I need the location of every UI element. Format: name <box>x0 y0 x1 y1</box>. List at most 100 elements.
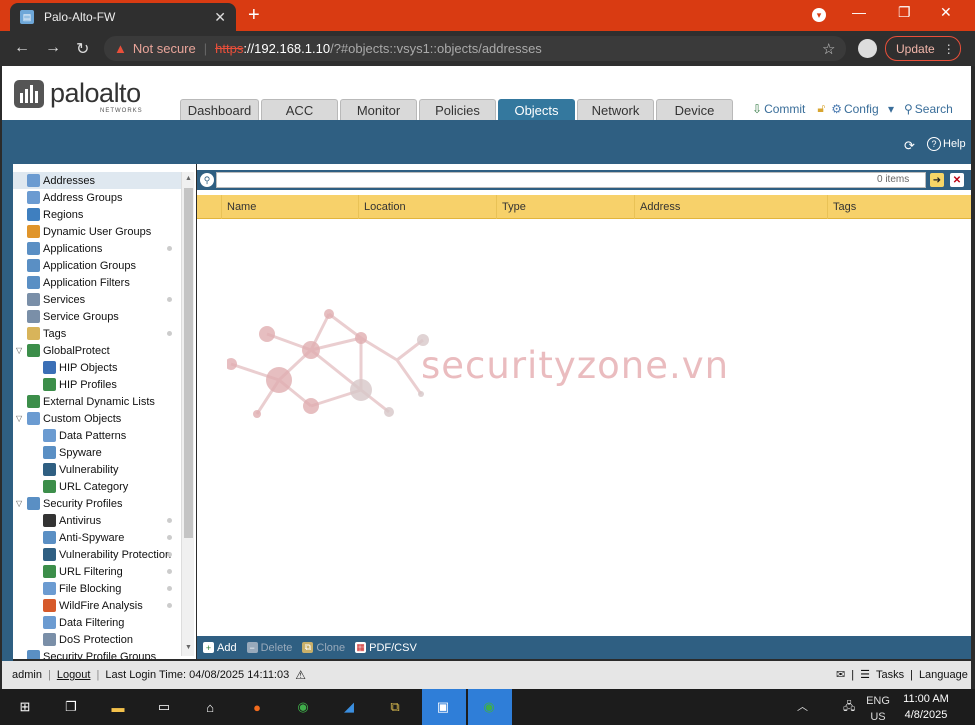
tab-acc[interactable]: ACC <box>261 99 338 120</box>
tab-dashboard[interactable]: Dashboard <box>180 99 259 120</box>
tree-item-regions[interactable]: Regions <box>13 206 181 223</box>
terminal-icon[interactable]: ▭ <box>153 696 175 718</box>
tree-item-services[interactable]: Services <box>13 291 181 308</box>
select-all-column[interactable] <box>197 195 221 219</box>
chrome-active-icon[interactable]: ◉ <box>478 696 500 718</box>
tree-item-data-filtering[interactable]: Data Filtering <box>13 614 181 631</box>
bookmark-star-icon[interactable]: ☆ <box>822 40 835 58</box>
tree-item-dynamic-user-groups[interactable]: Dynamic User Groups <box>13 223 181 240</box>
network-connections-icon[interactable]: ⧉ <box>384 696 406 718</box>
tree-item-application-filters[interactable]: Application Filters <box>13 274 181 291</box>
search-link[interactable]: Search <box>915 102 953 116</box>
tree-item-spyware[interactable]: Spyware <box>13 444 181 461</box>
tree-item-anti-spyware[interactable]: Anti-Spyware <box>13 529 181 546</box>
scroll-thumb[interactable] <box>184 188 193 538</box>
tree-item-address-groups[interactable]: Address Groups <box>13 189 181 206</box>
tree-item-service-groups[interactable]: Service Groups <box>13 308 181 325</box>
config-dropdown[interactable]: Config ▾ <box>844 102 894 116</box>
tree-item-hip-objects[interactable]: HIP Objects <box>13 359 181 376</box>
warning-icon[interactable]: ⚠ <box>295 668 306 682</box>
tab-device[interactable]: Device <box>656 99 733 120</box>
firefox-icon[interactable]: ● <box>246 696 268 718</box>
tree-item-vulnerability[interactable]: Vulnerability <box>13 461 181 478</box>
file-explorer-icon[interactable]: ▬ <box>107 696 129 718</box>
tree-item-vulnerability-protection[interactable]: Vulnerability Protection <box>13 546 181 563</box>
help-button[interactable]: ? Help <box>927 137 966 151</box>
tree-item-custom-objects[interactable]: ▽ Custom Objects <box>13 410 181 427</box>
tab-monitor[interactable]: Monitor <box>340 99 417 120</box>
tree-expander-icon[interactable]: ▽ <box>16 414 26 423</box>
language-link[interactable]: Language <box>919 669 968 681</box>
browser-tab[interactable]: ▤ Palo-Alto-FW ✕ <box>10 3 236 31</box>
delete-button[interactable]: − Delete <box>246 642 292 654</box>
column-header-tags[interactable]: Tags <box>827 195 971 219</box>
forward-icon[interactable]: → <box>45 39 61 57</box>
tree-item-security-profile-groups[interactable]: Security Profile Groups <box>13 648 181 659</box>
back-icon[interactable]: ← <box>14 39 30 57</box>
minimize-icon[interactable]: — <box>852 4 866 20</box>
column-header-location[interactable]: Location <box>358 195 496 219</box>
tab-close-icon[interactable]: ✕ <box>214 9 226 26</box>
tree-item-wildfire-analysis[interactable]: WildFire Analysis <box>13 597 181 614</box>
tree-item-dos-protection[interactable]: DoS Protection <box>13 631 181 648</box>
tree-expander-icon[interactable]: ▽ <box>16 499 26 508</box>
add-button[interactable]: + Add <box>203 642 237 654</box>
tree-item-globalprotect[interactable]: ▽ GlobalProtect <box>13 342 181 359</box>
tree-item-applications[interactable]: Applications <box>13 240 181 257</box>
tree-scrollbar[interactable]: ▲ ▼ <box>181 172 194 656</box>
tree-item-url-category[interactable]: URL Category <box>13 478 181 495</box>
tree-item-application-groups[interactable]: Application Groups <box>13 257 181 274</box>
tree-item-addresses[interactable]: Addresses <box>13 172 181 189</box>
tree-item-url-filtering[interactable]: URL Filtering <box>13 563 181 580</box>
apply-filter-icon[interactable]: ➜ <box>930 173 944 187</box>
reload-icon[interactable]: ↻ <box>76 39 89 59</box>
tree-item-data-patterns[interactable]: Data Patterns <box>13 427 181 444</box>
input-language[interactable]: ENG US <box>866 693 890 725</box>
tab-network[interactable]: Network <box>577 99 654 120</box>
tree-item-hip-profiles[interactable]: HIP Profiles <box>13 376 181 393</box>
tab-policies[interactable]: Policies <box>419 99 496 120</box>
refresh-icon[interactable]: ⟳ <box>904 138 915 154</box>
tab-objects[interactable]: Objects <box>498 99 575 120</box>
column-header-address[interactable]: Address <box>634 195 827 219</box>
scroll-down-icon[interactable]: ▼ <box>185 644 192 651</box>
tree-item-file-blocking[interactable]: File Blocking <box>13 580 181 597</box>
clone-button[interactable]: ⧉ Clone <box>302 642 345 654</box>
chrome-menu-dropdown-icon[interactable]: ▾ <box>812 8 826 22</box>
commit-link[interactable]: Commit <box>764 102 805 116</box>
filter-input[interactable] <box>216 172 926 188</box>
network-tool-icon[interactable]: ⌂ <box>199 696 221 718</box>
tree-item-label: Application Groups <box>43 259 136 272</box>
tree-item-label: Data Patterns <box>59 429 127 442</box>
messages-icon[interactable]: ✉ <box>836 668 845 681</box>
tray-overflow-icon[interactable]: ︿ <box>797 698 808 714</box>
logout-link[interactable]: Logout <box>57 669 91 681</box>
globe-icon <box>27 208 40 221</box>
clear-filter-icon[interactable]: ✕ <box>950 173 964 187</box>
tree-item-tags[interactable]: Tags <box>13 325 181 342</box>
address-bar[interactable]: ▲ Not secure | https ://192.168.1.10 /?#… <box>104 36 846 61</box>
lock-icon[interactable]: 🔓︎ <box>817 101 825 116</box>
windows-start-icon[interactable]: ⊞ <box>14 696 36 718</box>
remote-desktop-icon[interactable]: ▣ <box>432 696 454 718</box>
task-view-icon[interactable]: ❐ <box>60 696 82 718</box>
pdf-csv-button[interactable]: ▦ PDF/CSV <box>355 642 417 654</box>
chrome-icon[interactable]: ◉ <box>292 696 314 718</box>
tree-item-external-dynamic-lists[interactable]: External Dynamic Lists <box>13 393 181 410</box>
taskbar-clock[interactable]: 11:00 AM 4/8/2025 <box>900 691 952 723</box>
wireshark-icon[interactable]: ◢ <box>338 696 360 718</box>
tree-item-security-profiles[interactable]: ▽ Security Profiles <box>13 495 181 512</box>
restore-icon[interactable]: ❐ <box>898 4 911 21</box>
column-header-name[interactable]: Name <box>221 195 358 219</box>
update-button[interactable]: Update ⋮ <box>885 36 961 61</box>
scroll-up-icon[interactable]: ▲ <box>185 175 192 182</box>
tree-item-label: HIP Profiles <box>59 378 117 391</box>
tasks-link[interactable]: Tasks <box>876 669 904 681</box>
tree-expander-icon[interactable]: ▽ <box>16 346 26 355</box>
new-tab-icon[interactable]: + <box>248 4 260 27</box>
profile-avatar[interactable] <box>858 39 877 58</box>
tree-item-antivirus[interactable]: Antivirus <box>13 512 181 529</box>
column-header-type[interactable]: Type <box>496 195 634 219</box>
window-close-icon[interactable]: ✕ <box>940 4 952 21</box>
network-icon[interactable]: 🖧︎ <box>843 698 855 717</box>
